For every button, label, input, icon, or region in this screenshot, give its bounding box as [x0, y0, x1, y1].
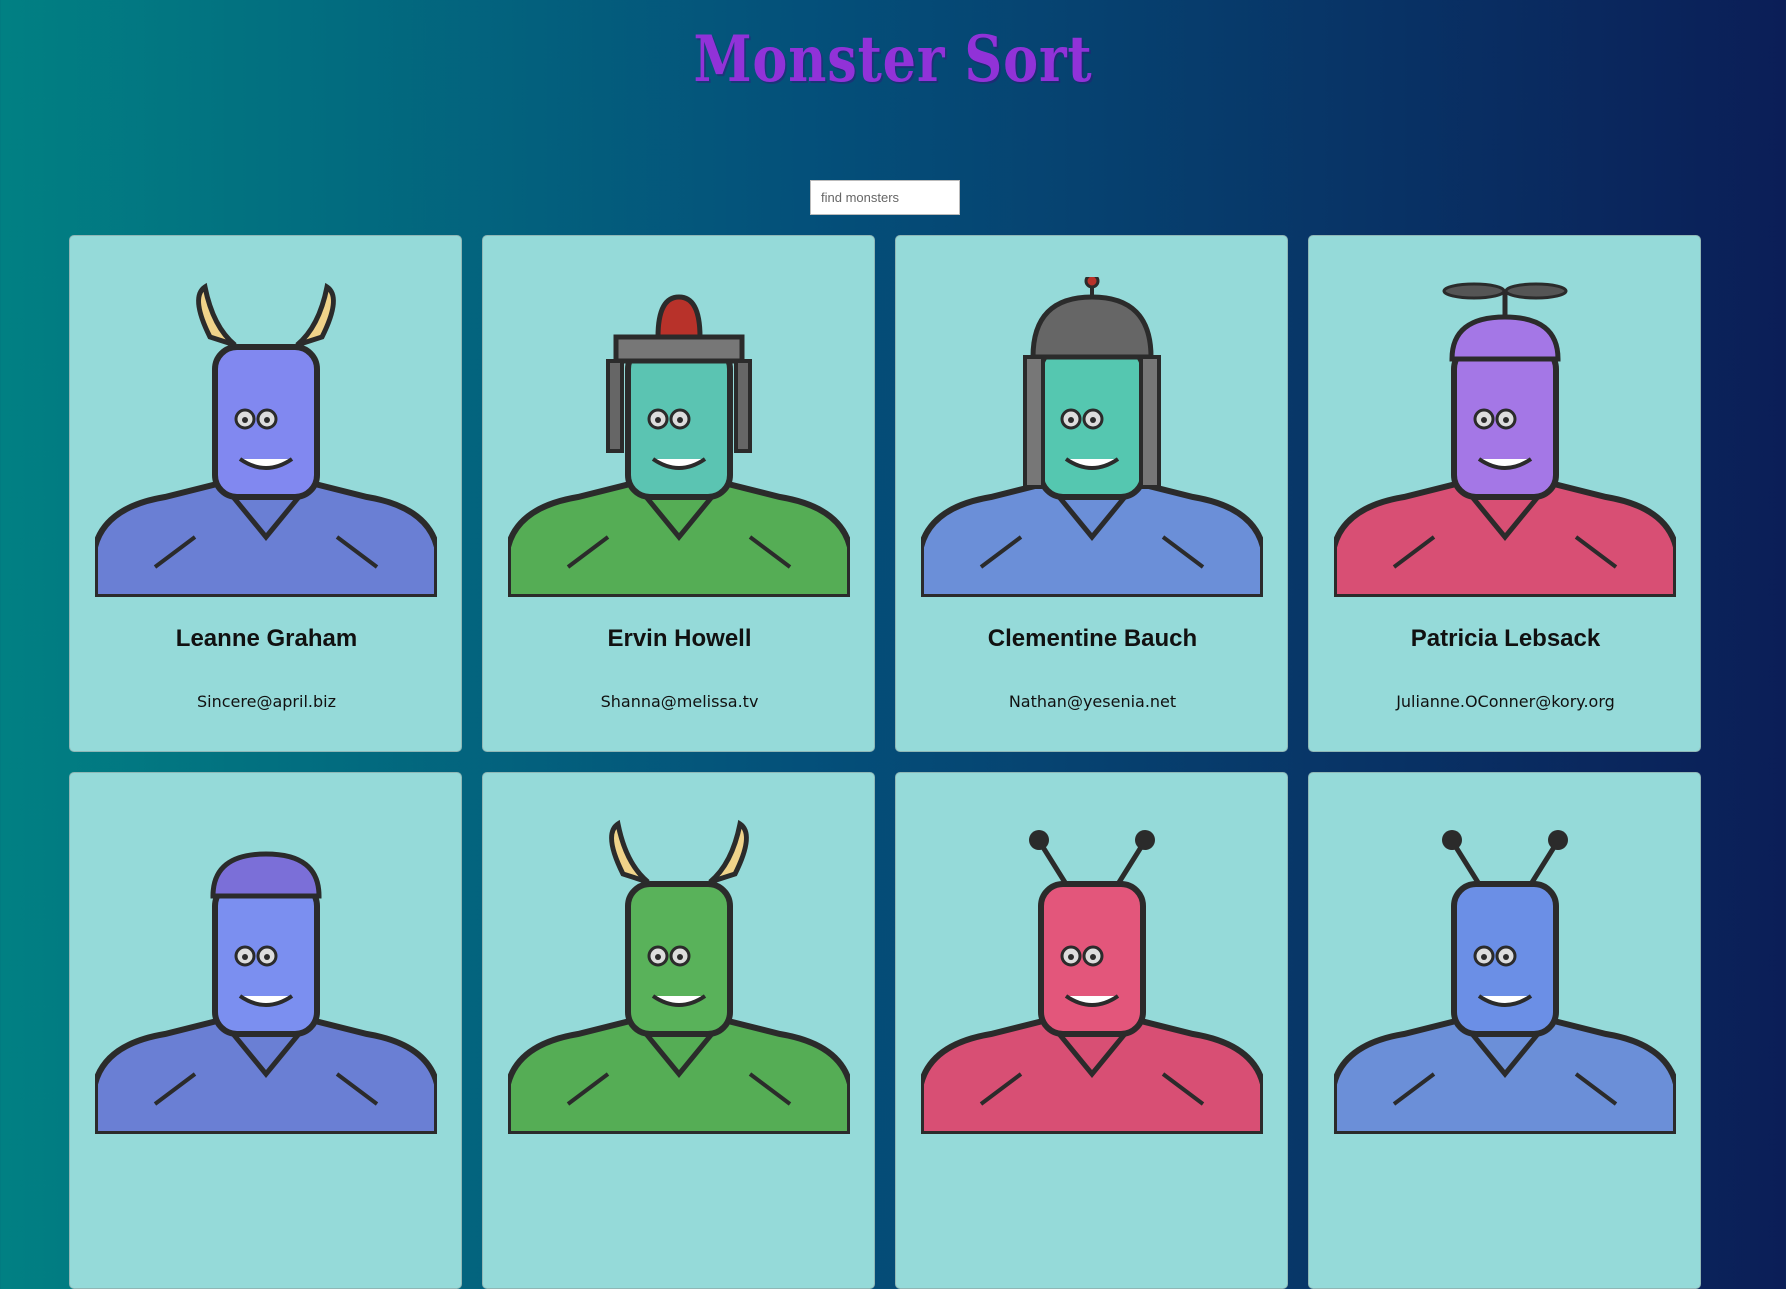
monster-name: Patricia Lebsack [1410, 625, 1601, 652]
antenna-helmet-robot-icon [921, 277, 1263, 597]
monster-name: Ervin Howell [607, 625, 752, 652]
search-input[interactable] [810, 180, 960, 215]
monster-card[interactable]: Clementine Bauch Nathan@yesenia.net [895, 235, 1288, 752]
monster-email: Sincere@april.biz [197, 692, 336, 711]
propeller-helmet-robot-icon [1334, 277, 1676, 597]
antenna-blue-monster-icon [1334, 814, 1676, 1134]
card-list: Leanne Graham Sincere@april.biz Ervin Ho… [69, 235, 1701, 1289]
monster-card[interactable]: Patricia Lebsack Julianne.OConner@kory.o… [1308, 235, 1701, 752]
monster-email: Nathan@yesenia.net [1008, 692, 1177, 711]
horned-green-monster-icon [508, 814, 850, 1134]
monster-card[interactable]: Ervin Howell Shanna@melissa.tv [482, 235, 875, 752]
monster-card[interactable] [482, 772, 875, 1289]
horned-purple-monster-icon [95, 277, 437, 597]
monster-card[interactable]: Leanne Graham Sincere@april.biz [69, 235, 462, 752]
monster-name: Leanne Graham [175, 625, 358, 652]
monster-card[interactable] [1308, 772, 1701, 1289]
app-root: Monster Sort Leanne Graham Sincere@april… [0, 0, 1786, 1289]
monster-email: Shanna@melissa.tv [600, 692, 759, 711]
antenna-pink-monster-icon [921, 814, 1263, 1134]
monster-card[interactable] [69, 772, 462, 1289]
monster-name: Clementine Bauch [987, 625, 1198, 652]
monster-email: Julianne.OConner@kory.org [1396, 692, 1615, 711]
page-title: Monster Sort [693, 22, 1093, 97]
monster-card[interactable] [895, 772, 1288, 1289]
siren-helmet-robot-icon [508, 277, 850, 597]
helmet-monster-icon [95, 814, 437, 1134]
